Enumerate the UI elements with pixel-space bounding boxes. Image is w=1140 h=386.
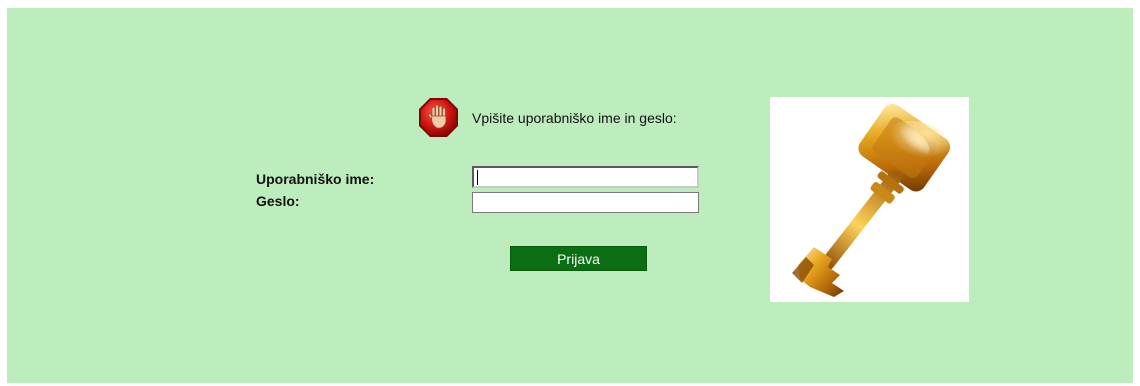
- key-icon: [792, 103, 951, 297]
- username-input[interactable]: [472, 166, 699, 188]
- stop-hand-icon: [418, 97, 459, 138]
- login-prompt: Vpišite uporabniško ime in geslo:: [472, 110, 677, 126]
- username-label: Uporabniško ime:: [256, 171, 375, 187]
- password-label: Geslo:: [256, 193, 300, 209]
- password-input[interactable]: [472, 192, 699, 213]
- text-cursor: [477, 170, 478, 185]
- key-image: [770, 97, 969, 302]
- login-button[interactable]: Prijava: [510, 246, 647, 271]
